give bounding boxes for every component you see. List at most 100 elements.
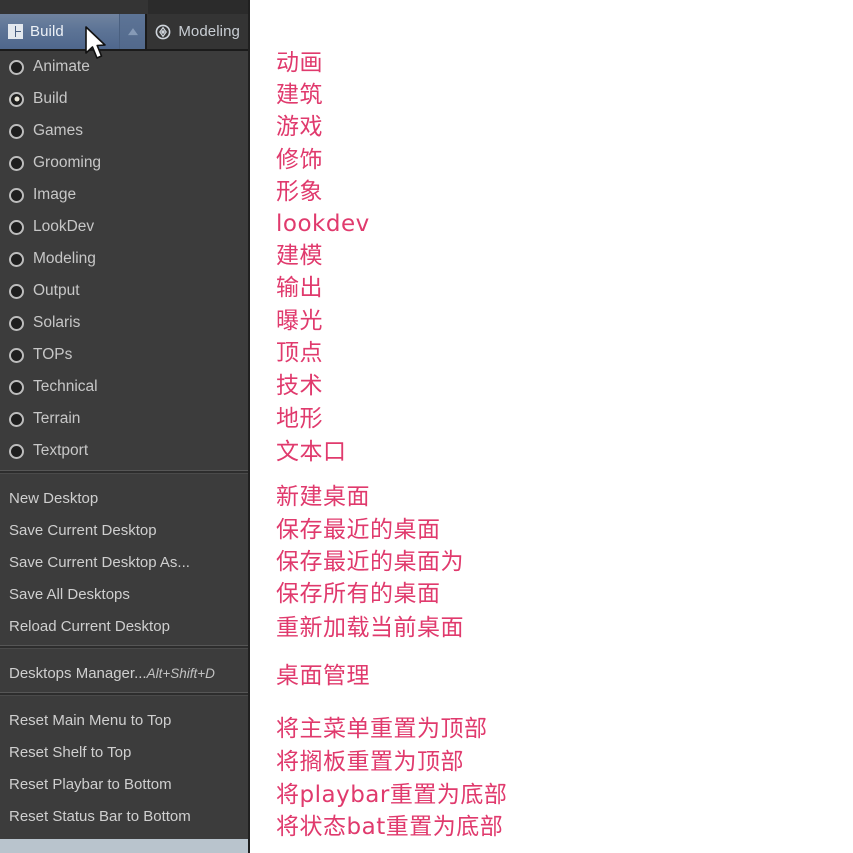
- window-top-strip: [0, 0, 248, 15]
- menu-item-output[interactable]: Output: [0, 275, 248, 307]
- desktop-radio-group: Animate Build Games Grooming Image LookD…: [0, 51, 248, 467]
- tab-scroll-up-button[interactable]: [118, 14, 146, 49]
- radio-icon: [9, 187, 24, 203]
- tab-build[interactable]: Build: [0, 14, 119, 49]
- menu-item-label: Build: [33, 90, 68, 108]
- translation-line: 将搁板重置为顶部: [276, 749, 464, 775]
- translation-line: 保存最近的桌面为: [276, 549, 464, 575]
- menu-item-label: Textport: [33, 442, 89, 460]
- radio-icon: [9, 155, 24, 171]
- menu-item-label: LookDev: [33, 218, 95, 236]
- radio-icon: [9, 347, 24, 363]
- tab-modeling[interactable]: Modeling: [145, 14, 248, 49]
- translation-line: 曝光: [276, 308, 323, 334]
- translation-line: 形象: [276, 179, 323, 205]
- radio-selected-icon: [9, 91, 24, 107]
- panel-layout-icon: [8, 24, 23, 39]
- menu-item-label: Terrain: [33, 410, 81, 428]
- menu-separator: [0, 470, 248, 474]
- menu-item-label: Reset Main Menu to Top: [9, 711, 172, 729]
- radio-icon: [9, 411, 24, 427]
- menu-item-label: Image: [33, 186, 77, 204]
- menu-item-reset-status-bar-to-bottom[interactable]: Reset Status Bar to Bottom: [0, 800, 248, 832]
- menu-separator: [0, 645, 248, 649]
- translation-line: 将playbar重置为底部: [276, 782, 508, 808]
- radio-icon: [9, 59, 24, 75]
- radio-icon: [9, 283, 24, 299]
- menu-item-textport[interactable]: Textport: [0, 435, 248, 467]
- window-bottom-strip: [0, 839, 248, 853]
- menu-item-modeling[interactable]: Modeling: [0, 243, 248, 275]
- menu-item-image[interactable]: Image: [0, 179, 248, 211]
- radio-icon: [9, 379, 24, 395]
- window-top-strip-dark: [0, 0, 148, 14]
- menu-item-build[interactable]: Build: [0, 83, 248, 115]
- radio-icon: [9, 251, 24, 267]
- radio-icon: [9, 123, 24, 139]
- translation-line: 输出: [276, 275, 323, 301]
- translation-line: 技术: [276, 373, 323, 399]
- menu-item-solaris[interactable]: Solaris: [0, 307, 248, 339]
- translation-line: 动画: [276, 50, 323, 76]
- translation-line: 游戏: [276, 114, 323, 140]
- menu-item-terrain[interactable]: Terrain: [0, 403, 248, 435]
- menu-item-desktops-manager[interactable]: Desktops Manager... Alt+Shift+D: [0, 657, 248, 689]
- menu-item-save-current-desktop-as[interactable]: Save Current Desktop As...: [0, 546, 248, 578]
- translation-line: 文本口: [276, 439, 347, 465]
- menu-item-label: Solaris: [33, 314, 81, 332]
- menu-item-shortcut: Alt+Shift+D: [146, 665, 215, 681]
- menu-item-reset-playbar-to-bottom[interactable]: Reset Playbar to Bottom: [0, 768, 248, 800]
- translation-line: 桌面管理: [276, 663, 370, 689]
- menu-item-label: Technical: [33, 378, 98, 396]
- menu-item-reset-shelf-to-top[interactable]: Reset Shelf to Top: [0, 736, 248, 768]
- chevron-up-icon: [127, 27, 138, 35]
- menu-item-label: Reset Playbar to Bottom: [9, 775, 172, 793]
- desktop-command-group: New Desktop Save Current Desktop Save Cu…: [0, 482, 248, 642]
- menu-item-label: Grooming: [33, 154, 102, 172]
- translation-line: 建筑: [276, 82, 323, 108]
- menu-item-label: Games: [33, 122, 83, 140]
- translation-line: 顶点: [276, 340, 323, 366]
- menu-item-label: Output: [33, 282, 80, 300]
- menu-item-label: Save Current Desktop As...: [9, 553, 190, 571]
- menu-item-save-all-desktops[interactable]: Save All Desktops: [0, 578, 248, 610]
- menu-item-label: Desktops Manager...: [9, 664, 147, 682]
- menu-item-reload-current-desktop[interactable]: Reload Current Desktop: [0, 610, 248, 642]
- menu-item-label: Reset Shelf to Top: [9, 743, 132, 761]
- translation-line: 重新加载当前桌面: [276, 615, 464, 641]
- translation-line: lookdev: [276, 211, 370, 237]
- radio-icon: [9, 443, 24, 459]
- desktop-menu-panel: Build Modeling Animate Build Games Groom…: [0, 0, 250, 853]
- menu-item-label: Animate: [33, 58, 90, 76]
- screenshot-root: Build Modeling Animate Build Games Groom…: [0, 0, 853, 853]
- menu-item-games[interactable]: Games: [0, 115, 248, 147]
- menu-item-grooming[interactable]: Grooming: [0, 147, 248, 179]
- radio-icon: [9, 315, 24, 331]
- menu-item-save-current-desktop[interactable]: Save Current Desktop: [0, 514, 248, 546]
- translation-line: 将状态bat重置为底部: [276, 814, 504, 840]
- menu-item-label: TOPs: [33, 346, 73, 364]
- translation-line: 保存最近的桌面: [276, 517, 441, 543]
- menu-item-animate[interactable]: Animate: [0, 51, 248, 83]
- menu-item-label: Save Current Desktop: [9, 521, 157, 539]
- desktop-menu-body: Animate Build Games Grooming Image LookD…: [0, 51, 248, 853]
- menu-item-new-desktop[interactable]: New Desktop: [0, 482, 248, 514]
- translation-line: 保存所有的桌面: [276, 581, 441, 607]
- menu-item-label: Reload Current Desktop: [9, 617, 170, 635]
- translation-column: 动画 建筑 游戏 修饰 形象 lookdev 建模 输出 曝光 顶点 技术 地形…: [276, 0, 836, 853]
- menu-item-reset-main-menu-to-top[interactable]: Reset Main Menu to Top: [0, 704, 248, 736]
- menu-item-label: New Desktop: [9, 489, 99, 507]
- desktop-tab-bar: Build Modeling: [0, 14, 248, 51]
- translation-line: 将主菜单重置为顶部: [276, 716, 488, 742]
- menu-item-technical[interactable]: Technical: [0, 371, 248, 403]
- menu-item-lookdev[interactable]: LookDev: [0, 211, 248, 243]
- translation-line: 地形: [276, 406, 323, 432]
- menu-separator: [0, 692, 248, 696]
- desktops-manager-group: Desktops Manager... Alt+Shift+D: [0, 657, 248, 689]
- radio-icon: [9, 219, 24, 235]
- translation-line: 新建桌面: [276, 484, 370, 510]
- tab-build-label: Build: [30, 23, 64, 40]
- menu-item-label: Modeling: [33, 250, 96, 268]
- menu-item-tops[interactable]: TOPs: [0, 339, 248, 371]
- crosshair-circle-icon: [155, 24, 171, 40]
